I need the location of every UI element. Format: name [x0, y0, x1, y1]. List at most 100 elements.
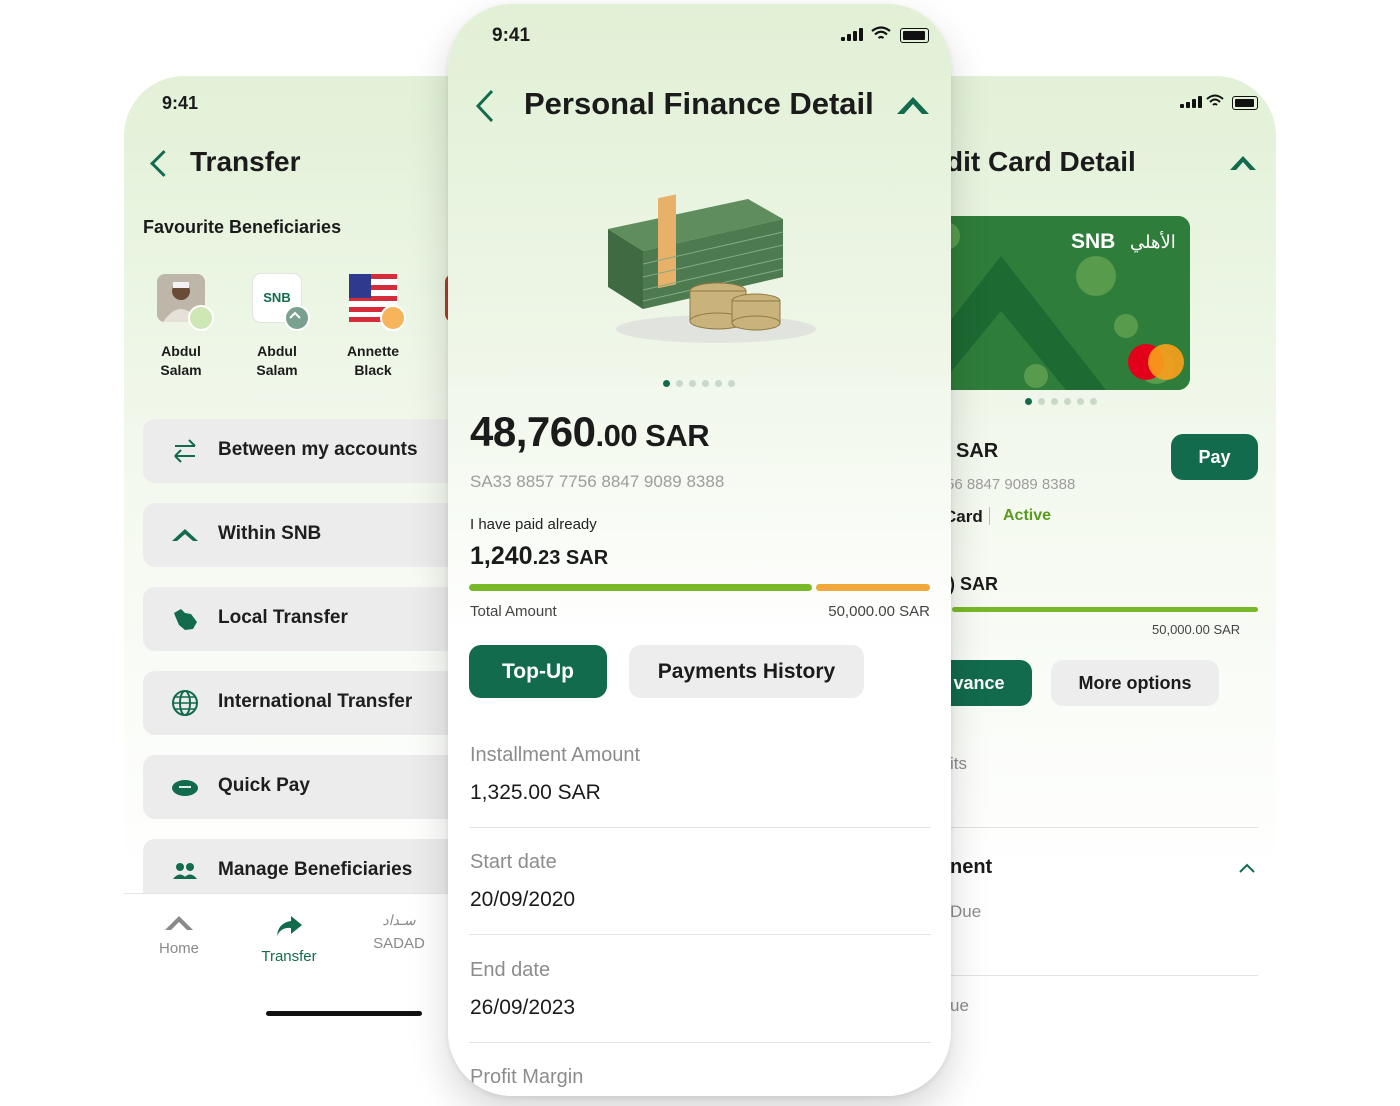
tab-label: SADAD — [373, 935, 425, 952]
separator — [940, 827, 1258, 828]
start-date-label: Start date — [470, 851, 557, 873]
home-icon — [165, 916, 193, 930]
battery-icon — [1232, 96, 1258, 110]
menu-label: Manage Beneficiaries — [218, 859, 413, 880]
paid-amount: 1,240.23 SAR — [470, 542, 608, 571]
limit-amount: ) SAR — [949, 574, 998, 594]
account-iban: SA33 8857 7756 8847 9089 8388 — [470, 472, 725, 491]
installment-value: 1,325.00 SAR — [470, 781, 601, 804]
more-options-button[interactable]: More options — [1051, 660, 1219, 706]
page-title: Transfer — [190, 146, 301, 177]
people-icon — [173, 863, 197, 879]
avatar: SNB — [253, 274, 310, 331]
separator — [940, 975, 1258, 976]
avatar — [157, 274, 214, 331]
snb-badge-icon — [284, 305, 310, 331]
start-date-value: 20/09/2020 — [470, 888, 576, 911]
back-arrow-icon[interactable] — [474, 88, 496, 124]
saudi-map-icon — [174, 609, 197, 630]
paid-decimals: .23 SAR — [532, 547, 609, 569]
due-label: ue — [950, 996, 969, 1015]
end-date-label: End date — [470, 959, 551, 981]
snb-logo-icon — [897, 97, 929, 114]
carousel-dots[interactable] — [663, 380, 735, 387]
row-label: its — [950, 754, 967, 773]
paid-label: I have paid already — [470, 516, 597, 533]
bank-badge-icon — [380, 305, 406, 331]
menu-label: Within SNB — [218, 523, 322, 544]
menu-quick-pay[interactable]: Quick Pay — [143, 755, 473, 819]
menu-label: International Transfer — [218, 691, 413, 712]
money-stack-illustration — [608, 194, 816, 343]
separator — [469, 934, 931, 935]
total-label: Total Amount — [470, 603, 557, 620]
card-amount: SAR — [956, 440, 999, 462]
sadad-icon: سـداد — [382, 912, 416, 928]
wifi-icon — [1206, 94, 1224, 106]
status-time: 9:41 — [492, 25, 531, 46]
progress-remaining — [816, 584, 930, 591]
limit-progress-bar — [952, 607, 1258, 612]
menu-international-transfer[interactable]: International Transfer — [143, 671, 473, 735]
beneficiary-item[interactable]: Annette Black — [325, 274, 421, 380]
chevron-up-icon[interactable] — [1238, 862, 1256, 874]
chevron-up-icon — [289, 311, 301, 319]
beneficiary-first-name: Abdul — [257, 343, 297, 359]
home-indicator — [266, 1011, 422, 1016]
back-arrow-icon[interactable] — [150, 150, 177, 177]
profit-margin-label: Profit Margin — [470, 1066, 584, 1088]
tab-label: Home — [158, 940, 199, 957]
menu-label: Quick Pay — [218, 775, 310, 796]
menu-between-accounts[interactable]: Between my accounts — [143, 419, 473, 483]
total-value: 50,000.00 SAR — [828, 603, 930, 620]
card-carousel-dots[interactable] — [1025, 398, 1097, 405]
balance-main: 48,760 — [470, 408, 596, 455]
tab-home[interactable]: Home — [124, 894, 234, 957]
separator — [469, 1042, 931, 1043]
favourites-heading: Favourite Beneficiaries — [143, 217, 342, 237]
menu-within-snb[interactable]: Within SNB — [143, 503, 473, 567]
pay-button[interactable]: Pay — [1171, 434, 1258, 480]
menu-label: Local Transfer — [218, 607, 348, 628]
signal-icon — [841, 28, 863, 41]
mastercard-circle — [1148, 344, 1184, 380]
installment-label: Installment Amount — [470, 744, 641, 766]
beneficiary-item[interactable]: Abdul Salam — [133, 274, 229, 380]
card-brand: SNB — [1071, 230, 1116, 253]
battery-icon — [900, 28, 929, 43]
due-label: Due — [950, 902, 982, 921]
snb-logo-text: SNB — [263, 290, 291, 305]
avatar — [349, 274, 406, 331]
page-title: Personal Finance Detail — [524, 86, 874, 121]
beneficiary-last-name: Salam — [256, 362, 298, 378]
status-badge: Active — [1003, 507, 1052, 524]
top-up-button[interactable]: Top-Up — [469, 645, 607, 698]
bank-badge-icon — [188, 305, 214, 331]
balance-decimals: .00 SAR — [595, 418, 710, 453]
progress-paid — [469, 584, 812, 591]
payments-history-button[interactable]: Payments History — [629, 645, 864, 698]
tab-sadad[interactable]: سـداد SADAD — [344, 894, 454, 952]
beneficiary-first-name: Annette — [346, 343, 400, 359]
menu-local-transfer[interactable]: Local Transfer — [143, 587, 473, 651]
balance-amount: 48,760.00 SAR — [470, 408, 710, 456]
tab-transfer[interactable]: Transfer — [234, 894, 344, 965]
payment-progress-bar — [469, 584, 930, 591]
snb-logo-icon — [172, 529, 198, 541]
finance-detail-screen: 9:41 Personal Finance Detail 48,760.00 S… — [448, 4, 951, 1096]
end-date-value: 26/09/2023 — [470, 996, 576, 1019]
divider — [989, 507, 990, 525]
snb-logo-icon — [1230, 156, 1256, 170]
arrows-exchange-icon — [174, 439, 196, 463]
card-brand-arabic: الأهلي — [1130, 232, 1176, 252]
beneficiary-last-name: Black — [354, 362, 392, 378]
separator — [469, 827, 931, 828]
paid-main: 1,240 — [470, 542, 533, 570]
signal-icon — [1180, 96, 1202, 108]
card-iban: 56 8847 9089 8388 — [946, 476, 1076, 493]
share-arrow-icon — [277, 916, 302, 936]
beneficiary-item[interactable]: SNB Abdul Salam — [229, 274, 325, 380]
limit-total: 50,000.00 SAR — [1152, 622, 1241, 637]
quick-pay-icon — [172, 780, 198, 796]
status-time: 9:41 — [162, 93, 199, 113]
